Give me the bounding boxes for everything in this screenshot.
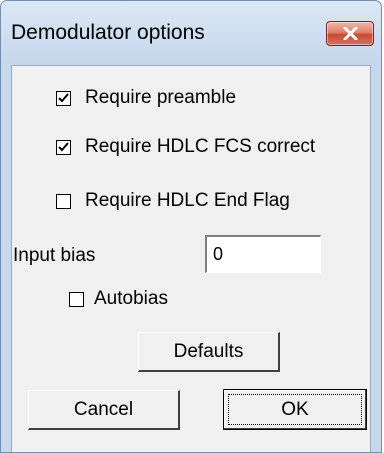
input-bias-field[interactable] bbox=[205, 235, 321, 273]
window-title: Demodulator options bbox=[11, 21, 205, 44]
require-hdlc-fcs-checkbox[interactable] bbox=[56, 139, 71, 155]
close-icon bbox=[343, 27, 358, 40]
defaults-button[interactable]: Defaults bbox=[138, 332, 280, 372]
checkmark-icon bbox=[58, 92, 69, 102]
require-hdlc-fcs-option[interactable]: Require HDLC FCS correct bbox=[56, 135, 315, 159]
require-hdlc-fcs-label: Require HDLC FCS correct bbox=[85, 136, 316, 157]
focus-rectangle bbox=[228, 394, 362, 425]
require-hdlc-end-flag-checkbox[interactable] bbox=[56, 193, 71, 209]
input-bias-label: Input bias bbox=[13, 245, 96, 266]
dialog-window: Demodulator options Require preamble Req… bbox=[0, 0, 382, 453]
require-preamble-option[interactable]: Require preamble bbox=[56, 86, 236, 110]
autobias-label: Autobias bbox=[94, 288, 168, 309]
dialog-client-area: Require preamble Require HDLC FCS correc… bbox=[11, 65, 371, 452]
defaults-button-label: Defaults bbox=[173, 340, 244, 362]
require-preamble-checkbox[interactable] bbox=[56, 90, 71, 106]
title-bar[interactable]: Demodulator options bbox=[1, 1, 381, 65]
cancel-button-label: Cancel bbox=[73, 398, 134, 420]
require-preamble-label: Require preamble bbox=[85, 87, 237, 108]
checkmark-icon bbox=[58, 141, 69, 151]
ok-button[interactable]: OK bbox=[223, 389, 367, 430]
require-hdlc-end-flag-option[interactable]: Require HDLC End Flag bbox=[56, 189, 290, 213]
close-button[interactable] bbox=[326, 21, 374, 46]
autobias-checkbox[interactable] bbox=[69, 291, 84, 307]
require-hdlc-end-flag-label: Require HDLC End Flag bbox=[85, 190, 290, 211]
cancel-button[interactable]: Cancel bbox=[28, 390, 180, 430]
autobias-option[interactable]: Autobias bbox=[69, 287, 168, 311]
